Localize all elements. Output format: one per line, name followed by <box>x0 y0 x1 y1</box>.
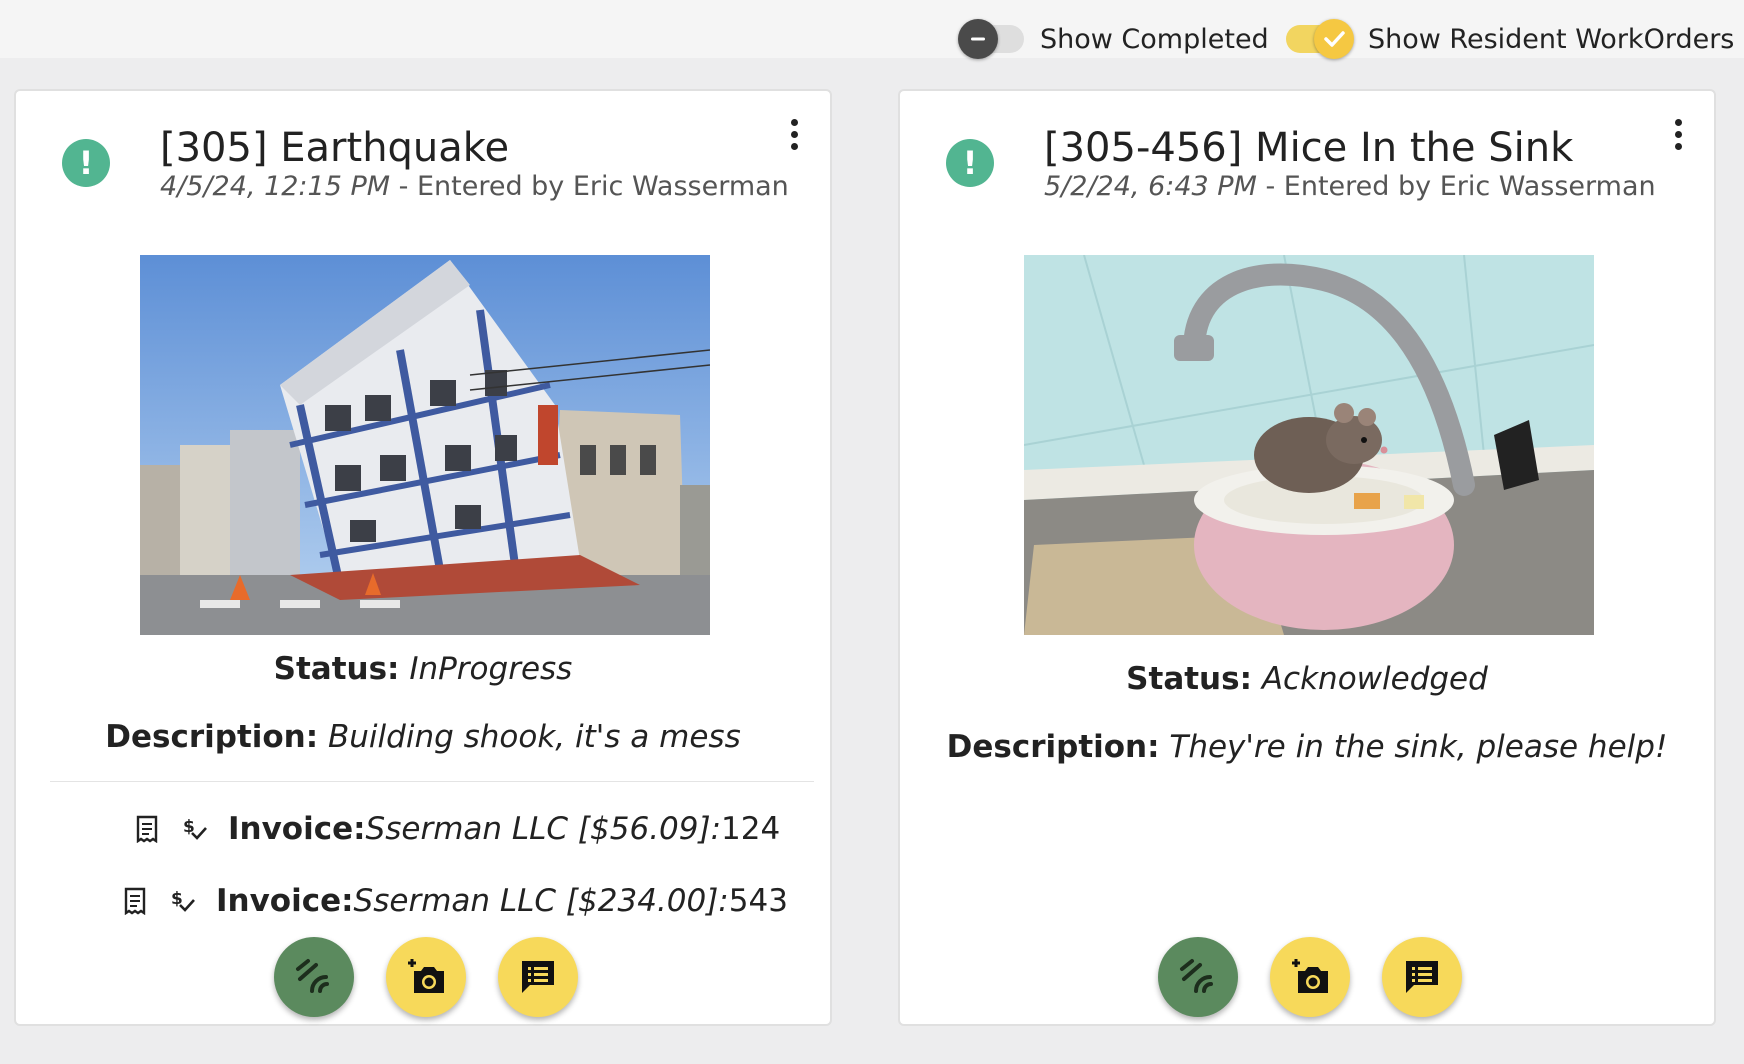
entered-by: - Entered by Eric Wasserman <box>390 171 789 202</box>
add-comment-button[interactable] <box>498 937 578 1017</box>
price-check-icon: $ <box>168 884 198 918</box>
invoice-item[interactable]: $ Invoice: Sserman LLC [$56.09]: 124 <box>132 811 780 847</box>
status-value: InProgress <box>399 651 573 687</box>
more-options-icon[interactable] <box>788 119 800 155</box>
top-toolbar: Show Completed Show Resident WorkOrders <box>0 0 1744 59</box>
invoice-list: $ Invoice: Sserman LLC [$56.09]: 124 $ In… <box>16 811 830 931</box>
more-options-icon[interactable] <box>1672 119 1684 155</box>
workorder-photo[interactable] <box>1024 255 1594 635</box>
status-label: Status: <box>1126 661 1252 697</box>
add-comment-button[interactable] <box>1382 937 1462 1017</box>
show-completed-label: Show Completed <box>1040 23 1269 55</box>
receipt-icon <box>132 812 162 846</box>
workorder-title: [305-456] Mice In the Sink <box>1044 125 1574 171</box>
description-value: Building shook, it's a mess <box>318 719 741 755</box>
receipt-icon <box>120 884 150 918</box>
status-line: Status: Acknowledged <box>900 661 1714 697</box>
workorder-meta: 4/5/24, 12:15 PM - Entered by Eric Wasse… <box>160 171 789 202</box>
add-a-photo-icon <box>408 959 444 993</box>
comment-icon <box>1406 961 1438 993</box>
show-resident-workorders-toggle[interactable]: Show Resident WorkOrders <box>1286 14 1734 64</box>
invoice-label: Invoice: <box>228 811 366 847</box>
invoice-vendor: Sserman LLC [$56.09]: <box>365 811 722 847</box>
add-photo-button[interactable] <box>386 937 466 1017</box>
description-line: Description: They're in the sink, please… <box>900 729 1714 765</box>
workorder-title: [305] Earthquake <box>160 125 510 171</box>
comment-icon <box>522 961 554 993</box>
workorder-date: 5/2/24, 6:43 PM <box>1044 171 1257 202</box>
description-value: They're in the sink, please help! <box>1159 729 1668 765</box>
entered-by: - Entered by Eric Wasserman <box>1256 171 1656 202</box>
status-value: Acknowledged <box>1251 661 1488 697</box>
add-a-photo-icon <box>1292 959 1328 993</box>
alert-icon: ! <box>62 139 110 187</box>
invoice-vendor: Sserman LLC [$234.00]: <box>353 883 729 919</box>
divider <box>50 781 814 782</box>
invoice-label: Invoice: <box>216 883 354 919</box>
minus-icon <box>958 19 998 59</box>
workorder-card: ! [305] Earthquake 4/5/24, 12:15 PM - En… <box>14 89 832 1026</box>
nfc-icon <box>1180 959 1213 993</box>
description-line: Description: Building shook, it's a mess <box>16 719 830 755</box>
description-label: Description: <box>946 729 1160 765</box>
show-completed-toggle[interactable]: Show Completed <box>958 14 1269 64</box>
description-label: Description: <box>105 719 319 755</box>
status-label: Status: <box>273 651 400 687</box>
invoice-number: 543 <box>728 883 788 919</box>
status-line: Status: InProgress <box>16 651 830 687</box>
nfc-icon <box>296 959 329 993</box>
workorder-photo[interactable] <box>140 255 710 635</box>
invoice-number: 124 <box>721 811 781 847</box>
invoice-item[interactable]: $ Invoice: Sserman LLC [$234.00]: 543 <box>120 883 788 919</box>
toggle-track[interactable] <box>1286 19 1354 59</box>
price-check-icon: $ <box>180 812 210 846</box>
workorder-date: 4/5/24, 12:15 PM <box>160 171 391 202</box>
add-photo-button[interactable] <box>1270 937 1350 1017</box>
toggle-track[interactable] <box>958 19 1024 59</box>
rfid-scan-button[interactable] <box>274 937 354 1017</box>
workorder-card: ! [305-456] Mice In the Sink 5/2/24, 6:4… <box>898 89 1716 1026</box>
rfid-scan-button[interactable] <box>1158 937 1238 1017</box>
workorder-meta: 5/2/24, 6:43 PM - Entered by Eric Wasser… <box>1044 171 1656 202</box>
show-resident-workorders-label: Show Resident WorkOrders <box>1368 23 1735 55</box>
checkmark-icon <box>1314 19 1354 59</box>
alert-icon: ! <box>946 139 994 187</box>
